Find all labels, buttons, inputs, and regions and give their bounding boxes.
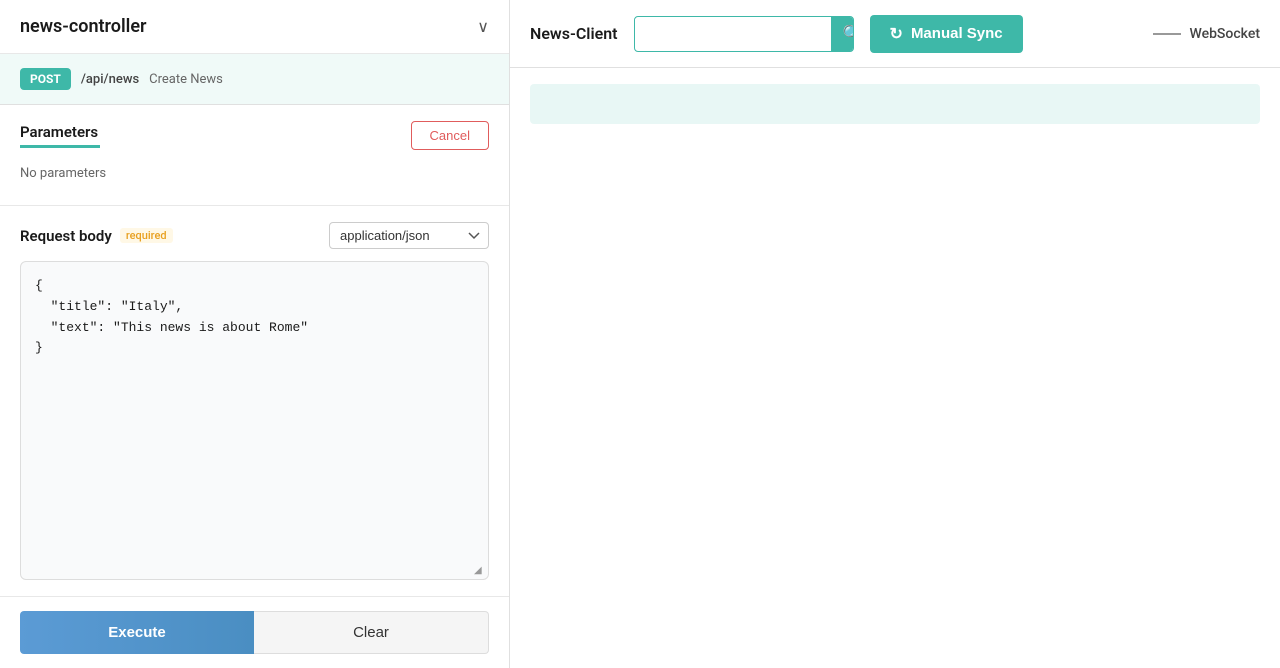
right-panel: News-Client 🔍 ↻ Manual Sync WebSocket <box>510 0 1280 668</box>
content-type-select[interactable]: application/json text/plain application/… <box>329 222 489 249</box>
right-header: News-Client 🔍 ↻ Manual Sync WebSocket <box>510 0 1280 68</box>
no-params-text: No parameters <box>20 158 489 189</box>
execute-button[interactable]: Execute <box>20 611 254 654</box>
search-button[interactable]: 🔍 <box>831 17 854 51</box>
params-underline <box>20 145 100 148</box>
endpoint-path: /api/news <box>81 72 139 87</box>
endpoint-label: Create News <box>149 72 223 87</box>
method-badge: POST <box>20 68 71 90</box>
params-header: Parameters Cancel <box>20 121 489 150</box>
clear-button[interactable]: Clear <box>254 611 489 654</box>
news-client-label: News-Client <box>530 24 618 43</box>
controller-title: news-controller <box>20 16 147 37</box>
endpoint-bar: POST /api/news Create News <box>0 54 509 105</box>
resize-handle: ◢ <box>474 565 484 575</box>
sync-icon: ↻ <box>890 24 903 44</box>
body-textarea-wrapper: { "title": "Italy", "text": "This news i… <box>20 261 489 580</box>
right-content <box>510 68 1280 668</box>
required-badge: required <box>120 228 173 243</box>
parameters-section: Parameters Cancel No parameters <box>0 105 509 206</box>
request-body-title: Request body required <box>20 227 173 245</box>
params-title: Parameters <box>20 123 100 141</box>
search-icon: 🔍 <box>843 24 854 44</box>
manual-sync-button[interactable]: ↻ Manual Sync <box>870 15 1023 53</box>
cancel-button[interactable]: Cancel <box>411 121 489 150</box>
controller-header: news-controller ∨ <box>0 0 509 54</box>
left-panel: news-controller ∨ POST /api/news Create … <box>0 0 510 668</box>
content-placeholder <box>530 84 1260 124</box>
collapse-icon[interactable]: ∨ <box>477 17 489 36</box>
websocket-line <box>1153 33 1181 35</box>
request-body-section: Request body required application/json t… <box>0 206 509 596</box>
search-input[interactable] <box>635 19 831 48</box>
search-container: 🔍 <box>634 16 854 52</box>
websocket-indicator: WebSocket <box>1153 26 1260 42</box>
request-body-header: Request body required application/json t… <box>20 222 489 249</box>
websocket-label: WebSocket <box>1189 26 1260 42</box>
body-textarea[interactable]: { "title": "Italy", "text": "This news i… <box>21 262 488 579</box>
action-buttons: Execute Clear <box>0 596 509 668</box>
